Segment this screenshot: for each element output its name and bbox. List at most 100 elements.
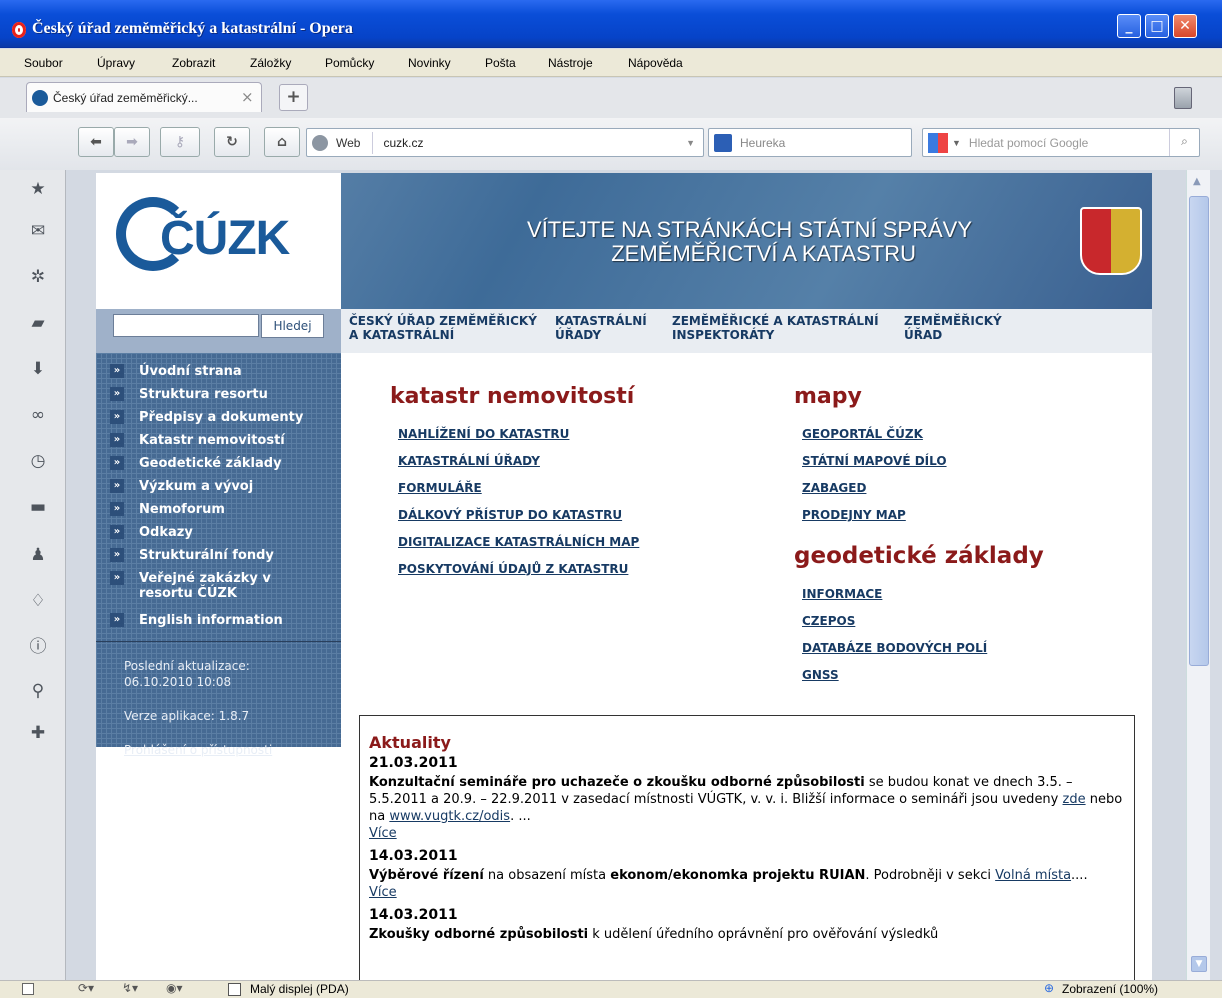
cuzk-logo[interactable]: ČÚZK [96,173,341,309]
leftnav-verejne-zakazky[interactable]: » Veřejné zakázky v resortu ČÚZK [110,571,290,601]
tab-label: Český úřad zeměměřický... [53,91,198,105]
zoom-level[interactable]: Zobrazení (100%) [1062,982,1158,996]
nav-zememericky-urad[interactable]: ZEMĚMĚŘICKÝ ÚŘAD [904,314,1014,342]
close-button[interactable]: ✕ [1173,14,1197,38]
link-nahlizeni[interactable]: NAHLÍŽENÍ DO KATASTRU [398,427,569,441]
link-geoportal[interactable]: GEOPORTÁL ČÚZK [802,427,923,441]
leftnav-vyzkum[interactable]: » Výzkum a vývoj [110,479,253,494]
menu-novinky[interactable]: Novinky [408,56,451,70]
link-informace[interactable]: INFORMACE [802,587,882,601]
chevron-right-icon: » [110,364,124,378]
news-date: 14.03.2011 [369,848,458,864]
nav-inspektoraty[interactable]: ZEMĚMĚŘICKÉ A KATASTRÁLNÍ INSPEKTORÁTY [672,314,897,342]
scroll-up-icon[interactable]: ▲ [1193,176,1201,187]
new-tab-button[interactable]: + [279,84,308,111]
panel-toggle-icon[interactable] [22,983,34,995]
search-panel-icon[interactable]: ⚲ [27,680,49,702]
czech-coat-of-arms [1080,207,1142,275]
link-formulare[interactable]: FORMULÁŘE [398,481,482,495]
menu-posta[interactable]: Pošta [485,56,516,70]
pda-checkbox[interactable] [228,983,241,996]
menu-soubor[interactable]: Soubor [24,56,63,70]
minimize-button[interactable]: _ [1117,14,1141,38]
site-search-button[interactable]: Hledej [261,314,324,338]
news-link-vugtk[interactable]: www.vugtk.cz/odis [389,809,510,824]
bookmarks-icon[interactable]: ★ [27,178,49,200]
link-databaze[interactable]: DATABÁZE BODOVÝCH POLÍ [802,641,987,655]
transfers-icon[interactable]: ▬ [27,496,49,518]
contacts-icon[interactable]: ♟ [27,544,49,566]
unite-status-icon[interactable]: ↯▾ [122,981,138,995]
menu-napoveda[interactable]: Nápověda [628,56,683,70]
leftnav-odkazy[interactable]: » Odkazy [110,525,193,540]
wand-button[interactable]: ⚷ [160,127,200,157]
address-dropdown-icon[interactable]: ▼ [686,138,695,148]
menu-pomucky[interactable]: Pomůcky [325,56,374,70]
news-link-zde[interactable]: zde [1063,792,1086,807]
forward-button[interactable]: ➡ [114,127,150,157]
window-title: Český úřad zeměměřický a katastrální - O… [32,20,353,37]
reload-button[interactable]: ↻ [214,127,250,157]
trash-icon[interactable] [1174,87,1192,109]
address-input[interactable]: cuzk.cz [383,136,686,150]
tab-close-icon[interactable]: × [241,88,254,106]
accessibility-link[interactable]: Prohlášení o přístupnosti [124,743,272,757]
link-katastralni-urady[interactable]: KATASTRÁLNÍ ÚŘADY [398,454,540,468]
nav-katastralni-urady[interactable]: KATASTRÁLNÍ ÚŘADY [555,314,665,342]
nav-cuzk[interactable]: ČESKÝ ÚŘAD ZEMĚMĚŘICKÝ A KATASTRÁLNÍ [349,314,549,342]
link-statni-mapove-dilo[interactable]: STÁTNÍ MAPOVÉ DÍLO [802,454,947,468]
leftnav-predpisy[interactable]: » Předpisy a dokumenty [110,410,303,425]
leftnav-struktura-resortu[interactable]: » Struktura resortu [110,387,268,402]
news-more-link[interactable]: Více [369,884,1129,901]
address-bar[interactable]: Web cuzk.cz ▼ [306,128,704,157]
search-field-heureka[interactable]: Heureka [708,128,912,157]
menu-nastroje[interactable]: Nástroje [548,56,593,70]
leftnav-uvodni-strana[interactable]: » Úvodní strana [110,364,242,379]
leftnav-geodeticke[interactable]: » Geodetické základy [110,456,282,471]
back-arrow-icon: ⬅ [90,134,102,150]
leftnav-strukturalni-fondy[interactable]: » Strukturální fondy [110,548,274,563]
link-prodejny-map[interactable]: PRODEJNY MAP [802,508,906,522]
link-poskytovani[interactable]: POSKYTOVÁNÍ ÚDAJŮ Z KATASTRU [398,562,628,576]
news-more-link[interactable]: Více [369,825,1129,842]
link-czepos[interactable]: CZEPOS [802,614,855,628]
tab-cuzk[interactable]: Český úřad zeměměřický... × [26,82,262,112]
site-search-input[interactable] [113,314,259,337]
downloads-icon[interactable]: ⬇ [27,358,49,380]
leftnav-katastr[interactable]: » Katastr nemovitostí [110,433,285,448]
leftnav-label: Úvodní strana [139,364,242,379]
vertical-scrollbar[interactable]: ▲ ▼ [1186,170,1210,980]
leftnav-english[interactable]: » English information [110,613,283,628]
link-digitalizace[interactable]: DIGITALIZACE KATASTRÁLNÍCH MAP [398,535,639,549]
unite-icon[interactable]: ♢ [27,590,49,612]
sync-icon[interactable]: ⟳▾ [78,981,94,995]
links-icon[interactable]: ∞ [27,404,49,426]
history-icon[interactable]: ◷ [27,450,49,472]
scroll-thumb[interactable] [1189,196,1209,666]
app-version: Verze aplikace: 1.8.7 [124,709,250,723]
leftnav-divider [96,641,341,642]
back-button[interactable]: ⬅ [78,127,114,157]
info-icon[interactable]: ⓘ [27,636,49,658]
google-dropdown-icon[interactable]: ▼ [952,138,961,148]
link-gnss[interactable]: GNSS [802,668,839,682]
widgets-icon[interactable]: ✲ [27,266,49,288]
news-link-volna-mista[interactable]: Volná místa [995,868,1071,883]
notes-icon[interactable]: ▰ [27,312,49,334]
add-panel-icon[interactable]: ✚ [27,722,49,744]
magnifier-icon[interactable]: ⌕ [1169,129,1199,156]
news-headline: Zkoušky odborné způsobilosti [369,927,589,942]
turbo-icon[interactable]: ◉▾ [166,981,183,995]
menu-zobrazit[interactable]: Zobrazit [172,56,215,70]
leftnav-label: Katastr nemovitostí [139,433,285,448]
maximize-button[interactable]: □ [1145,14,1169,38]
link-dalkovy-pristup[interactable]: DÁLKOVÝ PŘÍSTUP DO KATASTRU [398,508,622,522]
home-button[interactable]: ⌂ [264,127,300,157]
leftnav-nemoforum[interactable]: » Nemoforum [110,502,225,517]
mail-icon[interactable]: ✉ [27,220,49,242]
scroll-down-icon[interactable]: ▼ [1191,956,1207,972]
menu-upravy[interactable]: Úpravy [97,56,135,70]
menu-zalozky[interactable]: Záložky [250,56,291,70]
search-field-google[interactable]: ▼ Hledat pomocí Google ⌕ [922,128,1200,157]
link-zabaged[interactable]: ZABAGED [802,481,866,495]
